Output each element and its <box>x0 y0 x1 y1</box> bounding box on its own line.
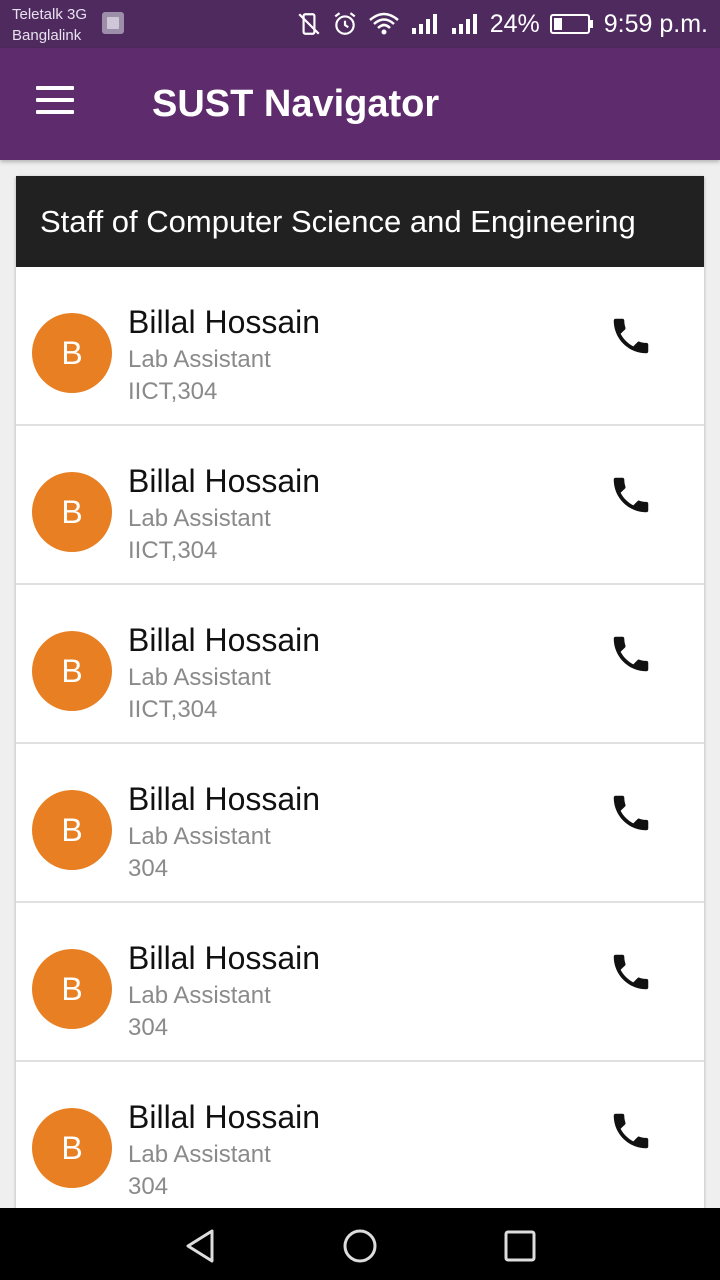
app-title: SUST Navigator <box>152 83 440 125</box>
status-icons: 24% 9:59 p.m. <box>296 8 708 40</box>
staff-room: IICT,304 <box>128 537 218 564</box>
avatar: B <box>32 949 112 1029</box>
phone-icon[interactable] <box>608 949 654 995</box>
avatar: B <box>32 313 112 393</box>
staff-name: Billal Hossain <box>128 622 321 658</box>
phone-icon[interactable] <box>608 1108 654 1154</box>
staff-room: IICT,304 <box>128 378 218 405</box>
avatar: B <box>32 472 112 552</box>
back-icon[interactable] <box>180 1226 220 1266</box>
app-bar: SUST Navigator <box>0 48 720 160</box>
staff-list-item[interactable]: B Billal Hossain Lab Assistant 304 <box>16 1062 704 1216</box>
battery-icon <box>549 14 593 34</box>
staff-list-item[interactable]: B Billal Hossain Lab Assistant IICT,304 <box>16 585 704 744</box>
carrier-1: Teletalk 3G <box>12 6 88 23</box>
staff-list-item[interactable]: B Billal Hossain Lab Assistant IICT,304 <box>16 267 704 426</box>
recents-icon[interactable] <box>500 1226 540 1266</box>
image-notification-icon <box>102 12 124 34</box>
home-icon[interactable] <box>340 1226 380 1266</box>
staff-card: Staff of Computer Science and Engineerin… <box>16 176 704 1216</box>
staff-name: Billal Hossain <box>128 1099 321 1135</box>
phone-icon[interactable] <box>608 472 654 518</box>
clock: 9:59 p.m. <box>603 9 708 38</box>
carrier-info: Teletalk 3G Banglalink <box>12 4 87 46</box>
staff-name: Billal Hossain <box>128 304 321 340</box>
staff-role: Lab Assistant <box>128 982 271 1009</box>
staff-name: Billal Hossain <box>128 940 321 976</box>
staff-name: Billal Hossain <box>128 463 321 499</box>
signal-icon <box>451 14 477 34</box>
avatar: B <box>32 631 112 711</box>
card-header: Staff of Computer Science and Engineerin… <box>16 176 704 267</box>
staff-name: Billal Hossain <box>128 781 321 817</box>
phone-icon[interactable] <box>608 790 654 836</box>
wifi-icon <box>368 12 399 35</box>
staff-room: 304 <box>128 855 169 882</box>
staff-room: IICT,304 <box>128 696 218 723</box>
hamburger-menu-icon[interactable] <box>36 86 76 116</box>
phone-icon[interactable] <box>608 631 654 677</box>
staff-role: Lab Assistant <box>128 1141 271 1168</box>
staff-role: Lab Assistant <box>128 505 271 532</box>
avatar: B <box>32 790 112 870</box>
carrier-2: Banglalink <box>12 27 82 44</box>
staff-room: 304 <box>128 1173 169 1200</box>
battery-percent: 24% <box>489 9 540 38</box>
status-bar: Teletalk 3G Banglalink 24% 9:59 p.m. <box>0 0 720 48</box>
staff-list-item[interactable]: B Billal Hossain Lab Assistant 304 <box>16 903 704 1062</box>
alarm-icon <box>334 12 356 35</box>
staff-list-item[interactable]: B Billal Hossain Lab Assistant IICT,304 <box>16 426 704 585</box>
staff-list-item[interactable]: B Billal Hossain Lab Assistant 304 <box>16 744 704 903</box>
avatar: B <box>32 1108 112 1188</box>
staff-role: Lab Assistant <box>128 664 271 691</box>
vibrate-off-icon <box>298 13 320 35</box>
phone-icon[interactable] <box>608 313 654 359</box>
staff-role: Lab Assistant <box>128 346 271 373</box>
signal-icon <box>411 14 437 34</box>
staff-room: 304 <box>128 1014 169 1041</box>
staff-role: Lab Assistant <box>128 823 271 850</box>
navigation-bar <box>0 1208 720 1280</box>
